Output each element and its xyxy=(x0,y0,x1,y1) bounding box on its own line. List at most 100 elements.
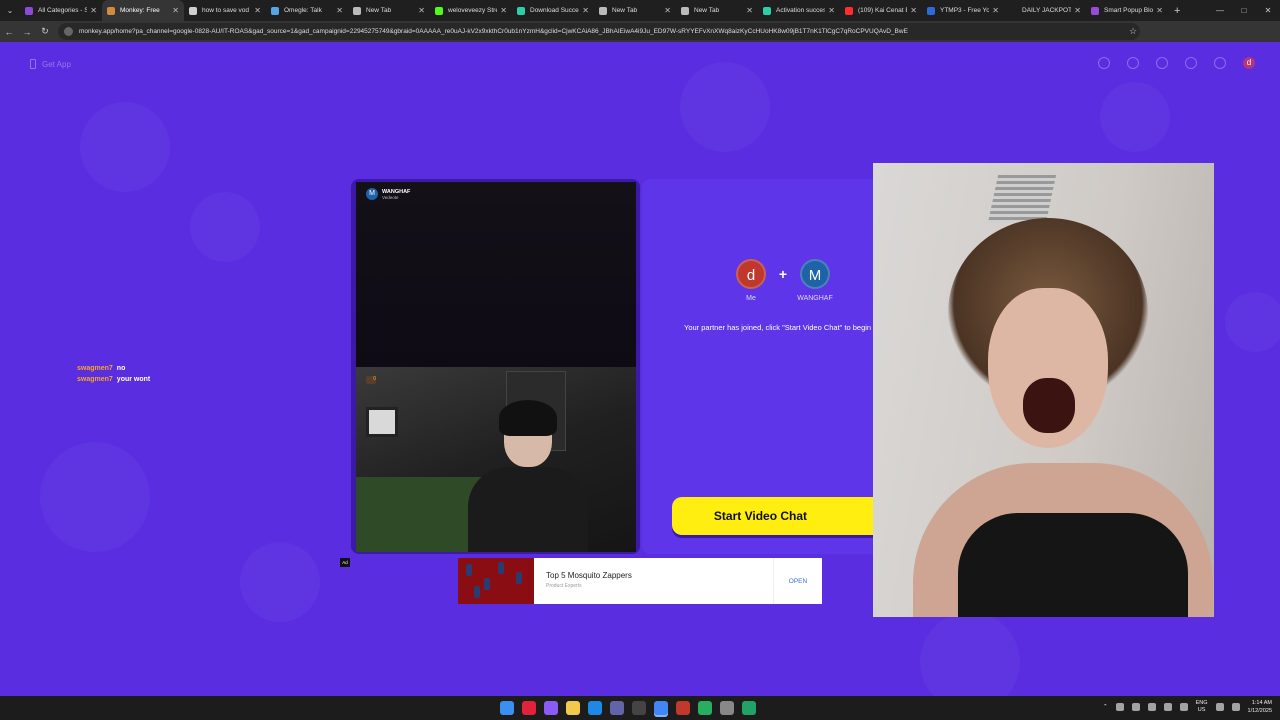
tab-title: Monkey: Free xyxy=(120,7,160,14)
browser-tab[interactable]: Smart Popup Blo ✕ xyxy=(1086,0,1168,21)
taskbar-app-icon[interactable] xyxy=(654,701,668,715)
tray-app-icon[interactable] xyxy=(1115,703,1124,711)
taskbar-app-icon[interactable] xyxy=(522,701,536,715)
microphone-icon[interactable] xyxy=(1163,703,1172,711)
history-icon[interactable] xyxy=(1185,57,1197,69)
new-tab-icon[interactable]: + xyxy=(1174,5,1180,17)
profile-avatar[interactable]: d xyxy=(1243,57,1255,69)
chat-overlay: swagmen7 no swagmen7 your wont xyxy=(77,363,150,385)
tab-favicon-icon xyxy=(107,6,115,15)
tab-search-icon[interactable]: ⌄ xyxy=(0,0,20,21)
ad-open-button[interactable]: OPEN xyxy=(773,558,822,604)
tab-title: All Categories - S xyxy=(38,7,88,14)
taskbar-app-icon[interactable] xyxy=(632,701,646,715)
taskbar-app-icon[interactable] xyxy=(698,701,712,715)
volume-icon[interactable] xyxy=(1231,703,1240,711)
shop-icon[interactable] xyxy=(1098,57,1110,69)
messages-icon[interactable] xyxy=(1214,57,1226,69)
tab-title: how to save vod xyxy=(202,7,249,14)
tab-close-icon[interactable]: ✕ xyxy=(910,6,917,15)
tab-close-icon[interactable]: ✕ xyxy=(828,6,835,15)
tab-title: DAILY JACKPOTS! xyxy=(1022,7,1072,14)
reload-icon[interactable]: ↻ xyxy=(36,21,54,42)
maximize-icon[interactable]: □ xyxy=(1232,0,1256,21)
tab-favicon-icon xyxy=(517,6,525,15)
video-scene-vent xyxy=(987,175,1057,223)
taskbar-app-icon[interactable] xyxy=(742,701,756,715)
close-window-icon[interactable]: ✕ xyxy=(1256,0,1280,21)
ad-banner[interactable]: Top 5 Mosquito Zappers Product Experts O… xyxy=(458,558,822,604)
browser-tab[interactable]: YTMP3 - Free Yo ✕ xyxy=(922,0,1004,21)
language-indicator[interactable]: ENG US xyxy=(1196,700,1208,714)
taskbar-app-icon[interactable] xyxy=(588,701,602,715)
tab-close-icon[interactable]: ✕ xyxy=(418,6,425,15)
tab-title: (109) Kai Cenat B xyxy=(858,7,908,14)
match-panel: d Me + M WANGHAF Your partner has joined… xyxy=(642,179,873,554)
taskbar-app-icon[interactable] xyxy=(566,701,580,715)
tab-close-icon[interactable]: ✕ xyxy=(336,6,343,15)
bookmark-star-icon[interactable]: ☆ xyxy=(1126,26,1140,37)
tab-close-icon[interactable]: ✕ xyxy=(664,6,671,15)
browser-tab[interactable]: New Tab ✕ xyxy=(676,0,758,21)
start-video-chat-button[interactable]: Start Video Chat xyxy=(672,497,873,535)
back-icon[interactable]: ← xyxy=(0,21,18,42)
get-app-link[interactable]: Get App xyxy=(30,59,71,69)
search-icon[interactable] xyxy=(1127,57,1139,69)
tab-title: New Tab xyxy=(694,7,720,14)
tab-close-icon[interactable]: ✕ xyxy=(992,6,999,15)
tray-app-icon[interactable] xyxy=(1179,703,1188,711)
tab-close-icon[interactable]: ✕ xyxy=(90,6,97,15)
clock-time: 1:14 AM xyxy=(1251,700,1272,706)
taskbar-app-icon[interactable] xyxy=(676,701,690,715)
background-bubble xyxy=(240,542,320,622)
browser-tab[interactable]: Download Succes ✕ xyxy=(512,0,594,21)
tab-close-icon[interactable]: ✕ xyxy=(254,6,261,15)
background-bubble xyxy=(920,612,1020,696)
clock[interactable]: 1:14 AM 1/12/2025 xyxy=(1248,699,1272,715)
tab-title: Smart Popup Blo xyxy=(1104,7,1154,14)
tab-close-icon[interactable]: ✕ xyxy=(1074,6,1081,15)
video-scene-poster xyxy=(366,407,398,437)
friends-icon[interactable] xyxy=(1156,57,1168,69)
browser-tab[interactable]: Omegle: Talk ✕ xyxy=(266,0,348,21)
browser-tab[interactable]: weloveveezy Stre ✕ xyxy=(430,0,512,21)
tray-chevron-icon[interactable]: ⌃ xyxy=(1103,704,1108,710)
floating-webcam-overlay xyxy=(873,163,1214,617)
language-code: ENG xyxy=(1195,700,1208,706)
tab-close-icon[interactable]: ✕ xyxy=(582,6,589,15)
chat-message: no xyxy=(116,365,126,372)
taskbar-app-icon[interactable] xyxy=(610,701,624,715)
video-scene-person xyxy=(499,400,557,436)
video-scene-mouth xyxy=(1023,378,1075,433)
tab-title: Omegle: Talk xyxy=(284,7,322,14)
tab-close-icon[interactable]: ✕ xyxy=(746,6,753,15)
browser-tab[interactable]: DAILY JACKPOTS!✕ xyxy=(1004,0,1086,21)
tab-favicon-icon xyxy=(1009,6,1017,15)
browser-tab[interactable]: New Tab ✕ xyxy=(348,0,430,21)
tab-close-icon[interactable]: ✕ xyxy=(172,6,179,15)
browser-tab[interactable]: All Categories - S ✕ xyxy=(20,0,102,21)
wifi-icon[interactable] xyxy=(1215,703,1224,711)
partner-match-avatar: M xyxy=(800,259,830,289)
tab-close-icon[interactable]: ✕ xyxy=(1156,6,1163,15)
minimize-icon[interactable]: — xyxy=(1208,0,1232,21)
taskbar-app-icon[interactable] xyxy=(544,701,558,715)
monkey-page: Get App d swagmen7 no swagmen7 your wont M … xyxy=(0,42,1280,696)
tab-favicon-icon xyxy=(845,6,853,15)
forward-icon[interactable]: → xyxy=(18,21,36,42)
address-bar[interactable]: monkey.app/home?pa_channel=google-0828-A… xyxy=(58,23,1140,40)
browser-tab[interactable]: Monkey: Free ✕ xyxy=(102,0,184,21)
site-info-icon[interactable] xyxy=(64,27,73,36)
tray-app-icon[interactable] xyxy=(1131,703,1140,711)
chat-username: swagmen7 xyxy=(77,365,113,372)
start-menu-icon[interactable] xyxy=(500,701,514,715)
onedrive-icon[interactable] xyxy=(1147,703,1156,711)
browser-tab[interactable]: New Tab ✕ xyxy=(594,0,676,21)
tab-close-icon[interactable]: ✕ xyxy=(500,6,507,15)
browser-tab[interactable]: (109) Kai Cenat B ✕ xyxy=(840,0,922,21)
tab-favicon-icon xyxy=(271,6,279,15)
browser-tab[interactable]: how to save vod ✕ xyxy=(184,0,266,21)
browser-tab[interactable]: Activation succes ✕ xyxy=(758,0,840,21)
taskbar-app-icon[interactable] xyxy=(720,701,734,715)
browser-tab-bar: ⌄ All Categories - S ✕ Monkey: Free ✕ how to… xyxy=(0,0,1280,21)
